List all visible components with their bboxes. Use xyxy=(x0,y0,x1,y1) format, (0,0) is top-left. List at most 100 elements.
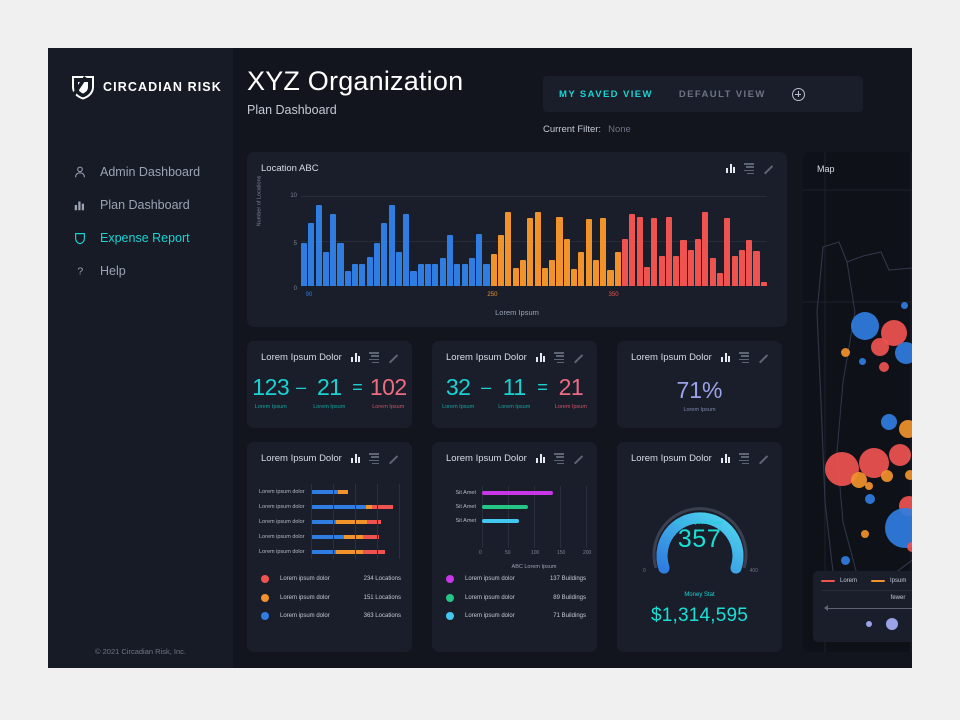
chart-bar xyxy=(322,251,329,286)
brand-logo[interactable]: CIRCADIAN RISK xyxy=(48,48,233,100)
map-bubble xyxy=(859,358,866,365)
x-tick-label: 350 xyxy=(608,292,619,298)
sidebar-item-help[interactable]: ? Help xyxy=(48,254,233,287)
map-title: Map xyxy=(817,164,835,174)
bar-segment xyxy=(335,519,367,524)
map-bubble xyxy=(879,362,889,372)
chart-bar xyxy=(673,256,680,286)
list-icon[interactable] xyxy=(369,352,379,364)
money-value: $1,314,595 xyxy=(650,605,749,626)
equation-term: 11 Lorem Ipsum xyxy=(498,374,530,411)
sidebar-item-plan-dashboard[interactable]: Plan Dashboard xyxy=(48,188,233,221)
sidebar-item-admin-dashboard[interactable]: Admin Dashboard xyxy=(48,155,233,188)
copyright-text: © 2021 Circadian Risk, Inc. xyxy=(95,647,186,656)
user-icon xyxy=(72,164,87,179)
bar-chart-icon[interactable] xyxy=(726,164,735,174)
chart-bar xyxy=(600,217,607,286)
equation-row: 32 Lorem Ipsum – 11 Lorem Ipsum = 21 Lorem … xyxy=(432,374,597,411)
chart-bar xyxy=(439,258,446,286)
row-label: Lorem ipsum dolor xyxy=(259,533,305,540)
sidebar-nav: Admin Dashboard Plan Dashboard Expense R… xyxy=(48,155,233,287)
legend-label: Lorem ipsum dolor xyxy=(465,594,515,601)
equation-value: 102 xyxy=(369,374,407,401)
card-actions xyxy=(536,453,583,465)
legend-circle-small xyxy=(866,621,872,627)
stat-card-2: Lorem Ipsum Dolor 32 Lorem Ipsum – 11 Lore… xyxy=(432,341,597,428)
chart-bar xyxy=(446,234,454,286)
legend-value: 151 Locations xyxy=(363,594,401,601)
legend-row: Lorem ipsum dolor 151 Locations xyxy=(261,589,401,608)
chart-bar xyxy=(432,264,439,286)
chart-plot-area xyxy=(301,196,767,286)
chart-bar xyxy=(505,212,512,286)
chart-bar xyxy=(563,239,570,286)
bar-chart-icon[interactable] xyxy=(721,353,730,363)
card-actions xyxy=(536,352,583,364)
tab-my-saved-view[interactable]: MY SAVED VIEW xyxy=(559,89,653,100)
chart-bar xyxy=(687,250,694,286)
expand-arrow-icon[interactable] xyxy=(758,454,768,464)
sidebar-item-expense-report[interactable]: Expense Report xyxy=(48,221,233,254)
bar-track xyxy=(311,519,401,524)
bar-segment xyxy=(343,534,363,539)
bar-chart-icon[interactable] xyxy=(536,454,545,464)
map-bubble xyxy=(871,338,889,356)
bar-fill xyxy=(482,491,554,495)
map-panel[interactable]: Map Lorem Ipsum fewer xyxy=(803,152,912,652)
legend-scale-label: fewer xyxy=(890,595,906,601)
grid-line xyxy=(355,484,356,559)
card-title: Lorem Ipsum Dolor xyxy=(631,453,712,465)
map-bubble xyxy=(905,470,912,480)
bar-chart-icon[interactable] xyxy=(351,353,360,363)
expand-arrow-icon[interactable] xyxy=(573,353,583,363)
bar-chart-icon[interactable] xyxy=(351,454,360,464)
chart-bar xyxy=(352,264,359,286)
card-actions xyxy=(351,352,398,364)
chart-bar xyxy=(592,259,599,286)
chart-bar xyxy=(527,217,534,286)
filter-value[interactable]: None xyxy=(608,124,631,135)
grid-line xyxy=(586,486,587,548)
card-actions xyxy=(351,453,398,465)
legend-row: Lorem ipsum dolor 71 Buildings xyxy=(446,607,586,626)
list-icon[interactable] xyxy=(369,453,379,465)
chart-bar xyxy=(301,242,308,286)
chart-bar xyxy=(695,239,702,286)
map-bubble xyxy=(899,420,912,438)
bar-chart-icon[interactable] xyxy=(536,353,545,363)
legend-row: Lorem ipsum dolor 363 Locations xyxy=(261,607,401,626)
chart-bar xyxy=(746,240,753,286)
percent-sublabel: Lorem Ipsum xyxy=(683,407,716,414)
bar-chart-icon[interactable] xyxy=(721,454,730,464)
legend-row: Lorem ipsum dolor 234 Locations xyxy=(261,570,401,589)
plus-circle-icon[interactable] xyxy=(791,87,805,101)
card-title: Lorem Ipsum Dolor xyxy=(446,453,527,465)
tab-default-view[interactable]: DEFAULT VIEW xyxy=(679,89,766,100)
row-label: Lorem ipsum dolor xyxy=(259,518,305,525)
list-icon[interactable] xyxy=(554,453,564,465)
expand-arrow-icon[interactable] xyxy=(758,353,768,363)
expand-arrow-icon[interactable] xyxy=(573,454,583,464)
equation-sublabel: Lorem Ipsum xyxy=(254,404,287,411)
map-bubble xyxy=(881,414,897,430)
card-title: Lorem Ipsum Dolor xyxy=(261,453,342,465)
card-title: Lorem Ipsum Dolor xyxy=(631,352,712,364)
list-icon[interactable] xyxy=(739,453,749,465)
legend-color-swatch xyxy=(446,575,454,584)
equation-value: 11 xyxy=(502,374,526,401)
expand-arrow-icon[interactable] xyxy=(388,454,398,464)
gauge-value: 357 xyxy=(677,525,722,553)
list-icon[interactable] xyxy=(554,352,564,364)
map-bubble xyxy=(841,556,850,565)
chart-bar xyxy=(607,269,614,286)
equation-sublabel: Lorem Ipsum xyxy=(313,404,346,411)
bar-track xyxy=(311,489,401,494)
list-icon[interactable] xyxy=(739,352,749,364)
expand-arrow-icon[interactable] xyxy=(763,164,773,174)
page-subtitle: Plan Dashboard xyxy=(247,103,337,118)
bar-track xyxy=(311,549,401,554)
list-icon[interactable] xyxy=(744,163,754,175)
expand-arrow-icon[interactable] xyxy=(388,353,398,363)
gauge-max-label: 400 xyxy=(749,568,758,574)
bar-fill xyxy=(482,505,529,509)
